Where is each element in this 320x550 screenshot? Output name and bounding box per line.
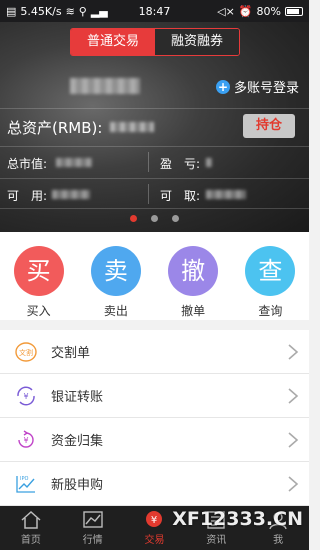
list-item-label: 资金归集 xyxy=(51,434,104,449)
status-bar: ▤ 5.45K/s ≋ ⚲ ▂▄ 18:47 ◁× ⏰ 80% xyxy=(0,0,309,22)
available-value-masked xyxy=(52,190,90,199)
positions-button[interactable]: 持仓 xyxy=(243,114,295,138)
total-assets-row: 总资产(RMB): 持仓 xyxy=(0,112,309,142)
chevron-right-icon xyxy=(288,476,299,492)
multi-account-login-button[interactable]: + 多账号登录 xyxy=(215,77,299,96)
plus-icon: + xyxy=(215,79,230,94)
sell-label: 卖出 xyxy=(103,304,128,318)
chevron-right-icon xyxy=(288,344,299,360)
buy-icon: 买 xyxy=(13,246,64,296)
divider xyxy=(0,178,309,179)
svg-text:文割: 文割 xyxy=(19,348,33,357)
list-item-bank-transfer[interactable]: ¥ 银证转账 xyxy=(0,374,309,418)
list-item-label: 新股申购 xyxy=(51,478,104,493)
sell-button[interactable]: 卖 卖出 xyxy=(77,232,154,320)
list-item-label: 交割单 xyxy=(51,346,91,361)
divider xyxy=(0,108,309,109)
divider xyxy=(148,184,149,204)
profit-value-masked xyxy=(206,158,212,167)
cancel-order-button[interactable]: 撤 撤单 xyxy=(155,232,232,320)
divider xyxy=(0,146,309,147)
query-icon: 查 xyxy=(245,246,296,296)
home-icon xyxy=(21,510,41,529)
svg-text:IPO: IPO xyxy=(20,476,28,482)
page-indicator xyxy=(0,215,309,222)
tab-normal-trade[interactable]: 普通交易 xyxy=(71,29,155,55)
market-value-label: 总市值: xyxy=(7,157,48,171)
tab-market[interactable]: 行情 xyxy=(62,506,124,550)
page-dot[interactable] xyxy=(151,215,158,222)
total-assets-label: 总资产(RMB): xyxy=(7,118,103,137)
query-button[interactable]: 查 查询 xyxy=(232,232,309,320)
trade-screen: ▤ 5.45K/s ≋ ⚲ ▂▄ 18:47 ◁× ⏰ 80% 普通交易 融资融… xyxy=(0,0,309,550)
tab-label: 我 xyxy=(273,535,284,546)
tab-margin-trade[interactable]: 融资融券 xyxy=(155,29,239,55)
tab-label: 首页 xyxy=(20,535,41,546)
list-item-delivery-order[interactable]: 文割 交割单 xyxy=(0,330,309,374)
svg-text:¥: ¥ xyxy=(23,436,28,445)
sell-icon: 卖 xyxy=(90,246,141,296)
buy-label: 买入 xyxy=(26,304,51,318)
withdrawable-label: 可 取: xyxy=(160,189,201,203)
total-assets-value-masked xyxy=(110,122,154,132)
site-watermark: XF12333.CN xyxy=(172,508,303,530)
buy-button[interactable]: 买 买入 xyxy=(0,232,77,320)
function-list: 文割 交割单 ¥ 银证转账 ¥ 资金归集 IPO 新股申购 xyxy=(0,330,309,506)
page-dot[interactable] xyxy=(172,215,179,222)
chevron-right-icon xyxy=(288,432,299,448)
ipo-icon: IPO xyxy=(16,476,35,493)
asset-panel: 普通交易 融资融券 + 多账号登录 总资产(RMB): 持仓 总市值: 盈 亏:… xyxy=(0,22,309,232)
status-time: 18:47 xyxy=(138,4,171,18)
svg-text:¥: ¥ xyxy=(23,392,28,401)
multi-login-label: 多账号登录 xyxy=(233,81,299,96)
divider xyxy=(0,208,309,209)
divider xyxy=(148,152,149,172)
tab-label: 行情 xyxy=(82,535,103,546)
withdrawable-value-masked xyxy=(206,190,246,199)
page-dot-active[interactable] xyxy=(130,215,137,222)
profit-label: 盈 亏: xyxy=(160,157,201,171)
market-value-masked xyxy=(56,158,92,167)
quick-actions: 买 买入 卖 卖出 撤 撤单 查 查询 xyxy=(0,232,309,320)
tab-home[interactable]: 首页 xyxy=(0,506,62,550)
available-label: 可 用: xyxy=(7,189,48,203)
tab-label: 交易 xyxy=(144,535,165,546)
tab-label: 资讯 xyxy=(206,535,227,546)
chart-icon xyxy=(82,511,103,528)
trade-type-segment: 普通交易 融资融券 xyxy=(70,28,240,56)
cancel-order-label: 撤单 xyxy=(181,304,206,318)
account-id-masked[interactable] xyxy=(70,78,140,94)
fund-collect-icon: ¥ xyxy=(18,430,34,448)
transfer-icon: ¥ xyxy=(17,386,35,406)
battery-icon xyxy=(285,6,303,16)
list-item-label: 银证转账 xyxy=(51,390,104,405)
document-icon: 文割 xyxy=(15,342,37,362)
chevron-right-icon xyxy=(288,388,299,404)
query-label: 查询 xyxy=(258,304,283,318)
cancel-order-icon: 撤 xyxy=(168,246,219,296)
list-item-fund-collection[interactable]: ¥ 资金归集 xyxy=(0,418,309,462)
list-item-ipo-subscription[interactable]: IPO 新股申购 xyxy=(0,462,309,506)
trade-icon: ¥ xyxy=(146,511,163,527)
svg-text:¥: ¥ xyxy=(151,515,157,526)
